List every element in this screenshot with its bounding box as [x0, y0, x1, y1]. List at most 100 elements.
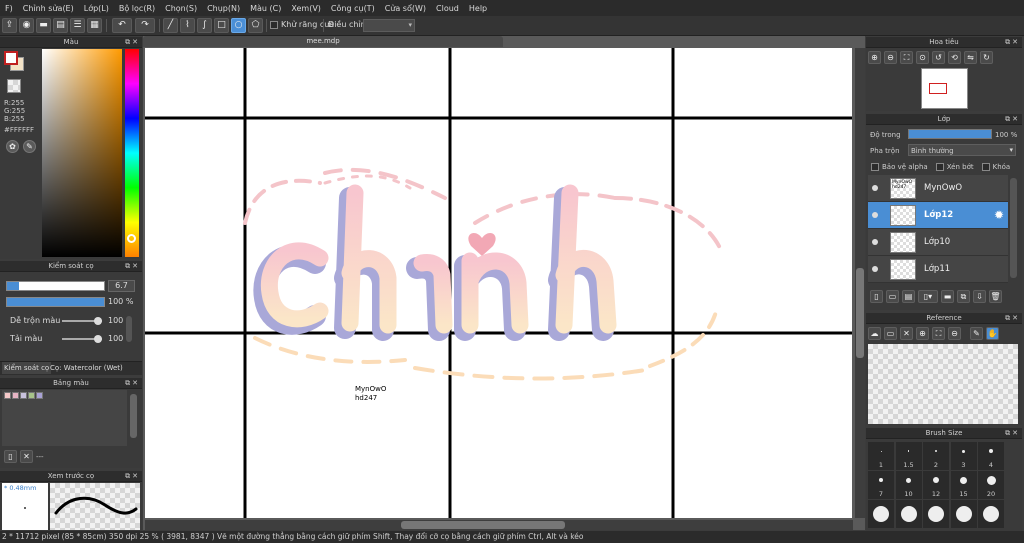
- new-swatch-icon[interactable]: ▯: [4, 450, 17, 463]
- menu-select[interactable]: Chọn(S): [160, 4, 202, 13]
- merge-layer-icon[interactable]: ⇩: [973, 290, 986, 303]
- brush-size-cell[interactable]: 4: [978, 442, 1004, 470]
- blend-slider[interactable]: [62, 317, 102, 325]
- new-layer-icon[interactable]: ▯: [870, 290, 883, 303]
- menu-layer[interactable]: Lớp(L): [79, 4, 114, 13]
- brush-size-cell[interactable]: 10: [895, 471, 922, 499]
- menu-cloud[interactable]: Cloud: [431, 4, 464, 13]
- color-saturation-field[interactable]: [42, 49, 122, 257]
- reference-image-area[interactable]: [868, 344, 1018, 424]
- brush-size-cell[interactable]: 20: [978, 471, 1004, 499]
- grid-layout-icon[interactable]: ▦: [87, 18, 102, 33]
- load-slider[interactable]: [62, 335, 102, 343]
- menu-help[interactable]: Help: [464, 4, 492, 13]
- eyedropper-icon[interactable]: ✎: [23, 140, 36, 153]
- menu-view[interactable]: Xem(V): [286, 4, 326, 13]
- canvas-horizontal-scrollbar[interactable]: [145, 520, 853, 530]
- layer-item-mynowo[interactable]: MynOwO hd247 MynOwO: [868, 175, 1008, 202]
- panel-controls-icon[interactable]: ⧉✕: [125, 37, 140, 48]
- brush-opacity-slider[interactable]: [6, 297, 105, 307]
- color-swatch[interactable]: [20, 392, 27, 399]
- panel-controls-icon[interactable]: ⧉✕: [125, 261, 140, 272]
- rectangle-tool-icon[interactable]: □: [214, 18, 229, 33]
- brush-size-cell[interactable]: [868, 500, 894, 528]
- menu-filter[interactable]: Bộ lọc(R): [114, 4, 160, 13]
- tab-brush-control[interactable]: Kiểm soát cọ: [2, 362, 52, 374]
- brush-size-cell[interactable]: 3: [950, 442, 977, 470]
- fit-view-icon[interactable]: ⛶: [900, 51, 913, 64]
- menu-window[interactable]: Cửa sổ(W): [380, 4, 431, 13]
- zoom-in-icon[interactable]: ⊕: [916, 327, 929, 340]
- brush-control-scrollbar[interactable]: [126, 316, 132, 342]
- visibility-icon[interactable]: [872, 212, 878, 218]
- gear-icon[interactable]: ✹: [994, 208, 1004, 222]
- cloud-icon[interactable]: ☁: [868, 327, 881, 340]
- brush-size-cell[interactable]: 1.5: [895, 442, 922, 470]
- brush-size-cell[interactable]: 1: [868, 442, 894, 470]
- document-tab[interactable]: mee.mdp: [143, 36, 503, 47]
- actual-size-icon[interactable]: ⊙: [916, 51, 929, 64]
- visibility-icon[interactable]: [872, 266, 878, 272]
- brush-size-cell[interactable]: [978, 500, 1004, 528]
- color-swatch[interactable]: [12, 392, 19, 399]
- drawing-canvas[interactable]: MynOwO hd247: [145, 48, 852, 518]
- palette-icon[interactable]: ✿: [6, 140, 19, 153]
- brush-size-cell[interactable]: 7: [868, 471, 894, 499]
- brush-size-cell[interactable]: [923, 500, 949, 528]
- menu-tools[interactable]: Công cụ(T): [326, 4, 380, 13]
- navigator-viewport[interactable]: [929, 83, 947, 94]
- undo-icon[interactable]: ↶: [112, 18, 132, 33]
- eyedropper-icon[interactable]: ✎: [970, 327, 983, 340]
- add-layer-menu-icon[interactable]: ▯▾: [918, 290, 938, 303]
- adjust-dropdown[interactable]: ▾: [363, 19, 415, 32]
- polyline-tool-icon[interactable]: ⌇: [180, 18, 195, 33]
- swatches-scrollbar[interactable]: [130, 394, 137, 438]
- rotate-reset-icon[interactable]: ⟲: [948, 51, 961, 64]
- line-tool-icon[interactable]: ╱: [163, 18, 178, 33]
- color-swatch[interactable]: [4, 392, 11, 399]
- canvas-vertical-scrollbar[interactable]: [855, 48, 865, 518]
- new-folder-icon[interactable]: ▬: [941, 290, 954, 303]
- menu-edit[interactable]: Chỉnh sửa(E): [18, 4, 79, 13]
- rotate-right-icon[interactable]: ↻: [980, 51, 993, 64]
- brush-size-cell[interactable]: [895, 500, 922, 528]
- brush-size-cell[interactable]: 2: [923, 442, 949, 470]
- antialias-checkbox[interactable]: [270, 21, 278, 29]
- color-swatch[interactable]: [28, 392, 35, 399]
- brush-name[interactable]: Cọ: Watercolor (Wet): [50, 364, 123, 372]
- hand-tool-icon[interactable]: ✋: [986, 327, 999, 340]
- blend-mode-dropdown[interactable]: Bình thường ▾: [908, 144, 1016, 156]
- panel-controls-icon[interactable]: ⧉✕: [1005, 37, 1020, 48]
- lock-checkbox[interactable]: [981, 163, 990, 171]
- hue-handle[interactable]: [127, 234, 136, 243]
- layer-item-lop10[interactable]: Lớp10: [868, 229, 1008, 256]
- layer-opacity-slider[interactable]: [908, 129, 992, 139]
- brush-size-cell[interactable]: [950, 500, 977, 528]
- zoom-out-icon[interactable]: ⊖: [948, 327, 961, 340]
- hue-slider[interactable]: [125, 49, 139, 257]
- layers-scrollbar[interactable]: [1010, 178, 1017, 278]
- menu-capture[interactable]: Chụp(N): [202, 4, 245, 13]
- panel-controls-icon[interactable]: ⧉✕: [1005, 114, 1020, 125]
- close-icon[interactable]: ✕: [900, 327, 913, 340]
- layer-item-lop12[interactable]: Lớp12 ✹: [868, 202, 1008, 229]
- polygon-tool-icon[interactable]: ⬠: [248, 18, 263, 33]
- open-folder-icon[interactable]: ▭: [884, 327, 897, 340]
- panel-toggle-icon[interactable]: ▬: [36, 18, 51, 33]
- clip-checkbox[interactable]: [935, 163, 944, 171]
- rotate-left-icon[interactable]: ↺: [932, 51, 945, 64]
- new-halftone-layer-icon[interactable]: ▭: [886, 290, 899, 303]
- brush-size-cell[interactable]: 15: [950, 471, 977, 499]
- brush-size-value[interactable]: 6.7: [108, 280, 135, 292]
- transparent-color-swatch[interactable]: [7, 79, 21, 93]
- panel-layout-icon[interactable]: ▤: [53, 18, 68, 33]
- new-1bit-layer-icon[interactable]: ▤: [902, 290, 915, 303]
- delete-layer-icon[interactable]: 🗑: [989, 290, 1002, 303]
- panel-controls-icon[interactable]: ⧉✕: [1005, 428, 1020, 439]
- menu-color[interactable]: Màu (C): [245, 4, 286, 13]
- flip-icon[interactable]: ⇋: [964, 51, 977, 64]
- menu-file[interactable]: F): [0, 4, 18, 13]
- duplicate-layer-icon[interactable]: ⧉: [957, 290, 970, 303]
- navigator-thumbnail[interactable]: [921, 68, 968, 109]
- panel-controls-icon[interactable]: ⧉✕: [125, 471, 140, 482]
